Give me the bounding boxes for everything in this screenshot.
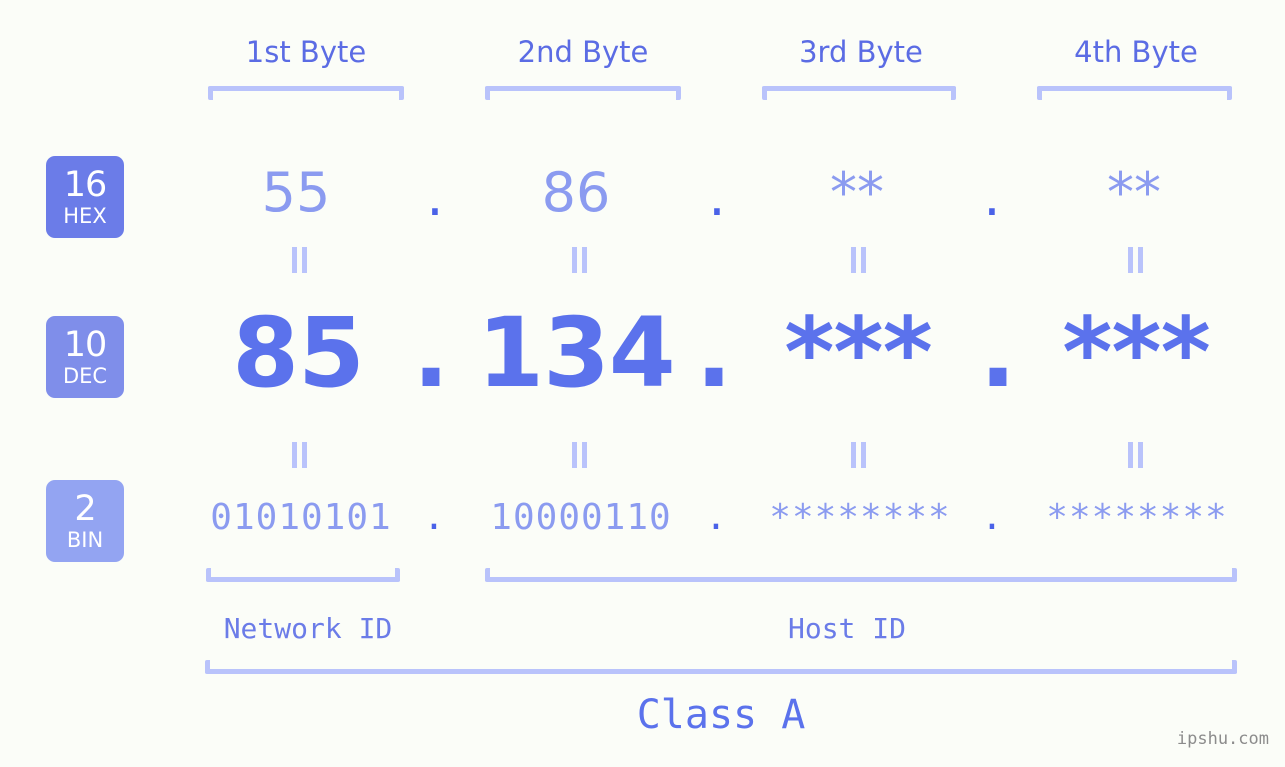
class-bracket	[205, 660, 1237, 674]
byte-bracket-1	[208, 86, 404, 100]
dec-byte-4-value: ***	[1062, 297, 1211, 409]
equals-icon-2	[572, 247, 588, 273]
class-label: Class A	[636, 692, 806, 738]
host-id-label: Host ID	[787, 612, 906, 645]
hex-separator-3: .	[983, 165, 1001, 228]
host-id-bracket	[485, 568, 1237, 582]
equals-icon-6	[572, 442, 588, 468]
equals-icon-5	[292, 442, 308, 468]
bin-separator-1: .	[423, 497, 445, 538]
base-badge-dec-label: DEC	[62, 363, 108, 388]
dec-byte-1-value: 85	[232, 297, 365, 409]
equals-icon-7	[851, 442, 867, 468]
hex-separator-2: .	[708, 165, 726, 228]
hex-byte-1-value: 55	[261, 161, 331, 224]
hex-byte-4-value: **	[1107, 161, 1161, 224]
byte-header-2: 2nd Byte	[517, 35, 649, 69]
ip-address-breakdown-diagram: 1st Byte 2nd Byte 3rd Byte 4th Byte 16 H…	[0, 0, 1285, 767]
byte-bracket-4	[1037, 86, 1232, 100]
network-id-bracket	[206, 568, 400, 582]
base-badge-hex-number: 16	[63, 164, 108, 205]
base-badge-hex-label: HEX	[63, 203, 107, 228]
bin-separator-2: .	[705, 497, 727, 538]
bin-separator-3: .	[981, 497, 1003, 538]
equals-icon-8	[1128, 442, 1144, 468]
equals-icon-1	[292, 247, 308, 273]
byte-header-1: 1st Byte	[245, 35, 367, 69]
base-badge-bin-label: BIN	[66, 527, 104, 552]
byte-bracket-2	[485, 86, 681, 100]
bin-byte-2-value: 10000110	[490, 497, 672, 538]
bin-byte-3-value: ********	[769, 497, 951, 538]
dec-separator-2: .	[695, 297, 733, 409]
hex-separator-1: .	[426, 165, 444, 228]
dec-byte-3-value: ***	[784, 297, 933, 409]
dec-separator-1: .	[412, 297, 450, 409]
base-badge-dec: 10 DEC	[46, 316, 124, 398]
network-id-label: Network ID	[223, 612, 393, 645]
dec-separator-3: .	[979, 297, 1017, 409]
equals-icon-4	[1128, 247, 1144, 273]
hex-byte-2-value: 86	[541, 161, 611, 224]
base-badge-hex: 16 HEX	[46, 156, 124, 238]
dec-byte-2-value: 134	[477, 297, 675, 409]
site-watermark: ipshu.com	[1176, 729, 1269, 749]
byte-header-4: 4th Byte	[1074, 35, 1198, 69]
hex-byte-3-value: **	[830, 161, 884, 224]
base-badge-bin-number: 2	[74, 488, 96, 529]
bin-byte-1-value: 01010101	[210, 497, 392, 538]
bin-byte-4-value: ********	[1046, 497, 1228, 538]
base-badge-dec-number: 10	[63, 324, 108, 365]
base-badge-bin: 2 BIN	[46, 480, 124, 562]
byte-bracket-3	[762, 86, 956, 100]
equals-icon-3	[851, 247, 867, 273]
byte-header-3: 3rd Byte	[799, 35, 923, 69]
